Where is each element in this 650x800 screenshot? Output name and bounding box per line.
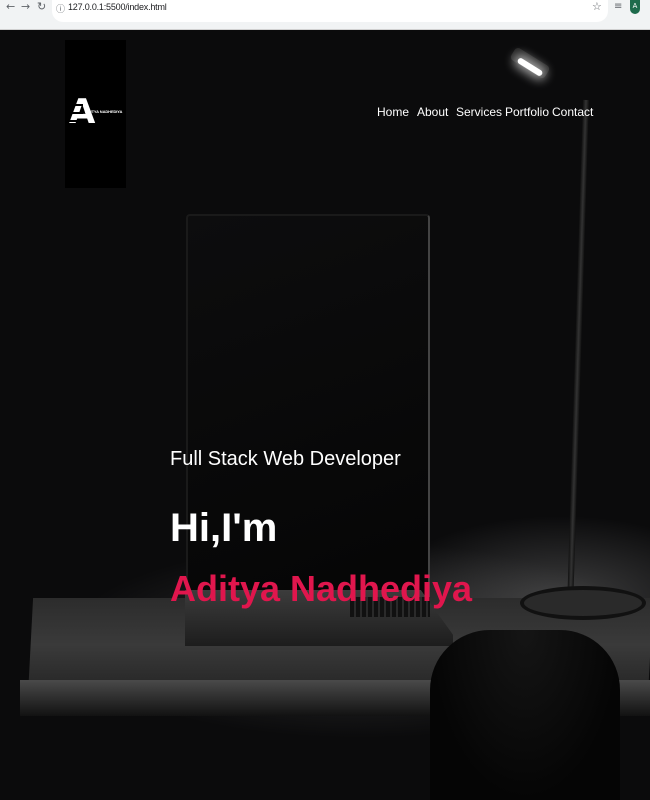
profile-avatar[interactable]: A: [630, 0, 640, 14]
hero-name: Aditya Nadhediya: [170, 568, 473, 609]
logo-text: ADITYA NADHEDIYA: [85, 109, 123, 114]
site-logo[interactable]: A ADITYA NADHEDIYA: [65, 40, 126, 188]
nav-about[interactable]: About: [417, 105, 448, 119]
reload-icon[interactable]: ↻: [37, 0, 46, 14]
logo-a-icon: A: [69, 92, 96, 132]
laptop-screen: [186, 214, 430, 622]
forward-icon[interactable]: →: [21, 0, 30, 14]
lamp-base: [520, 586, 646, 620]
main-nav: Home About Services Portfolio Contact: [377, 105, 593, 123]
nav-portfolio[interactable]: Portfolio: [505, 105, 549, 119]
hero-greeting: Hi,I'm: [170, 506, 278, 550]
lamp-pole: [566, 99, 589, 610]
media-control-icon[interactable]: ≡: [614, 1, 622, 12]
nav-services[interactable]: Services: [456, 105, 502, 119]
nav-contact[interactable]: Contact: [552, 105, 593, 119]
bookmark-star-icon[interactable]: ☆: [592, 0, 602, 13]
browser-toolbar: ← → ↻ ⓘ 127.0.0.1:5500/index.html ☆ ≡ A: [0, 0, 650, 30]
site-info-icon[interactable]: ⓘ: [56, 2, 65, 15]
nav-home[interactable]: Home: [377, 105, 409, 119]
hero-subtitle: Full Stack Web Developer: [170, 448, 401, 470]
url-text[interactable]: 127.0.0.1:5500/index.html: [68, 2, 167, 12]
back-icon[interactable]: ←: [6, 0, 15, 14]
address-bar[interactable]: ⓘ 127.0.0.1:5500/index.html: [52, 0, 608, 22]
chair-silhouette: [430, 630, 620, 800]
